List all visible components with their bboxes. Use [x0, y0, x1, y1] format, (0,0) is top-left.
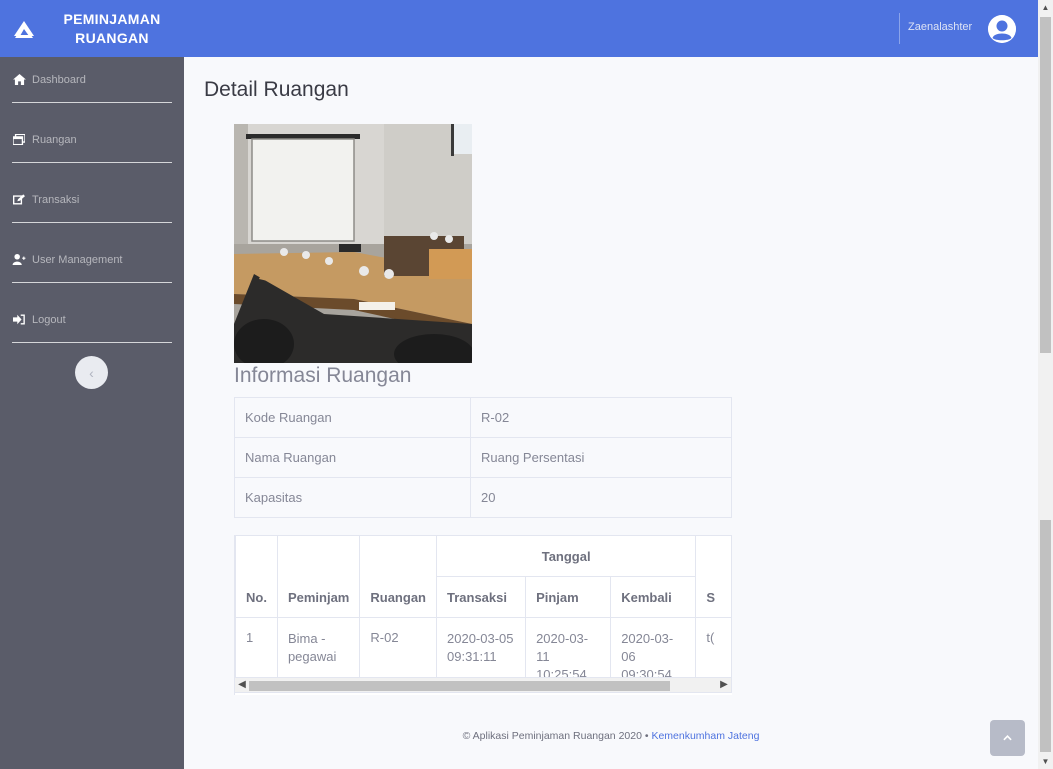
scrollbar-track-segment: [1040, 520, 1051, 752]
info-label: Kapasitas: [234, 477, 471, 518]
table-row: Nama Ruangan Ruang Persentasi: [234, 437, 732, 478]
logo-icon: [14, 21, 34, 38]
page-title: Detail Ruangan: [204, 78, 349, 101]
sidebar-item-logout[interactable]: Logout: [12, 297, 172, 343]
cell-line: 2020-03-05: [447, 631, 514, 646]
col-header-transaksi: Transaksi: [435, 576, 527, 618]
main-content: Detail Ruangan Informasi Ruangan Kode Ru…: [184, 57, 1038, 769]
window-icon: [12, 134, 26, 146]
info-value: Ruang Persentasi: [470, 437, 732, 478]
scroll-left-icon[interactable]: ◀: [235, 678, 249, 692]
cell-line: pegawai: [287, 649, 337, 664]
table-header-row: No. Peminjam Ruangan Tanggal S: [235, 535, 732, 618]
sidebar-toggle-button[interactable]: ‹: [75, 356, 108, 389]
section-title-informasi: Informasi Ruangan: [234, 364, 412, 387]
home-icon: [12, 74, 26, 86]
cell-transaksi: 2020-03-05 09:31:11: [435, 617, 527, 685]
scroll-down-icon[interactable]: ▼: [1038, 754, 1053, 769]
scroll-to-top-button[interactable]: [990, 720, 1025, 756]
scrollbar-thumb[interactable]: [249, 681, 670, 691]
sidebar-item-label: Ruangan: [32, 133, 77, 146]
brand-line-1: PEMINJAMAN: [63, 11, 161, 27]
col-header-tanggal: Tanggal: [435, 535, 697, 577]
room-image: [234, 124, 472, 363]
cell-line: 09:31:11: [447, 649, 497, 664]
vertical-scrollbar[interactable]: ▲ ▼: [1038, 0, 1053, 769]
transactions-table-scroll[interactable]: No. Peminjam Ruangan Tanggal S Transaksi…: [234, 535, 732, 695]
col-header-peminjam: Peminjam: [276, 535, 361, 618]
brand[interactable]: PEMINJAMAN RUANGAN: [0, 0, 184, 57]
sidebar-item-dashboard[interactable]: Dashboard: [12, 57, 172, 103]
info-label: Nama Ruangan: [234, 437, 471, 478]
info-value: R-02: [470, 397, 732, 438]
table-row: 1 Bima - pegawai R-02 2020-03-05 09:31:1…: [235, 617, 732, 685]
sidebar-item-user-management[interactable]: User Management: [12, 237, 172, 283]
edit-icon: [12, 194, 26, 206]
topbar-divider: [899, 13, 900, 44]
user-name[interactable]: Zaenalashter: [908, 21, 972, 33]
cell-status: t(: [695, 617, 732, 685]
cell-no: 1: [235, 617, 278, 685]
room-photo: [234, 124, 472, 363]
chevron-up-icon: [1003, 735, 1012, 741]
cell-line: 2020-03-11: [536, 631, 589, 664]
col-header-kembali: Kembali: [610, 576, 697, 618]
sidebar-item-transaksi[interactable]: Transaksi: [12, 177, 172, 223]
chevron-left-icon: ‹: [89, 364, 94, 381]
footer-text: © Aplikasi Peminjaman Ruangan 2020 •: [462, 730, 652, 742]
cell-peminjam: Bima - pegawai: [276, 617, 361, 685]
col-header-ruangan: Ruangan: [359, 535, 437, 618]
scroll-right-icon[interactable]: ▶: [717, 678, 731, 692]
scrollbar-thumb[interactable]: [1040, 17, 1051, 353]
sidebar-item-label: Transaksi: [32, 193, 80, 206]
scroll-up-icon[interactable]: ▲: [1038, 0, 1053, 15]
avatar[interactable]: [988, 15, 1016, 43]
info-label: Kode Ruangan: [234, 397, 471, 438]
sign-out-icon: [12, 314, 26, 326]
horizontal-scrollbar[interactable]: ◀ ▶: [234, 677, 732, 693]
cell-line: Bima -: [287, 631, 326, 646]
sidebar-item-label: Dashboard: [32, 73, 86, 86]
brand-name: PEMINJAMAN RUANGAN: [52, 10, 172, 48]
cell-kembali: 2020-03-06 09:30:54: [610, 617, 697, 685]
user-avatar-icon: [988, 15, 1016, 43]
col-header-pinjam: Pinjam: [525, 576, 612, 618]
table-row: Kode Ruangan R-02: [234, 397, 732, 438]
info-value: 20: [470, 477, 732, 518]
cell-line: 2020-03-06: [621, 631, 674, 664]
sidebar-item-label: User Management: [32, 253, 123, 266]
footer: © Aplikasi Peminjaman Ruangan 2020 • Kem…: [184, 730, 1038, 742]
info-table: Kode Ruangan R-02 Nama Ruangan Ruang Per…: [234, 397, 732, 518]
sidebar: Dashboard Ruangan Transaksi User Managem…: [0, 57, 184, 769]
brand-line-2: RUANGAN: [75, 30, 149, 46]
transactions-table: No. Peminjam Ruangan Tanggal S Transaksi…: [235, 535, 732, 685]
sidebar-item-label: Logout: [32, 313, 66, 326]
sidebar-item-ruangan[interactable]: Ruangan: [12, 117, 172, 163]
cell-ruangan: R-02: [359, 617, 437, 685]
col-header-status: S: [695, 535, 732, 618]
footer-link[interactable]: Kemenkumham Jateng: [651, 730, 759, 742]
topbar: PEMINJAMAN RUANGAN Zaenalashter: [0, 0, 1038, 57]
user-plus-icon: [12, 254, 26, 266]
col-header-no: No.: [235, 535, 278, 618]
table-row: Kapasitas 20: [234, 477, 732, 518]
cell-pinjam: 2020-03-11 10:25:54: [525, 617, 612, 685]
